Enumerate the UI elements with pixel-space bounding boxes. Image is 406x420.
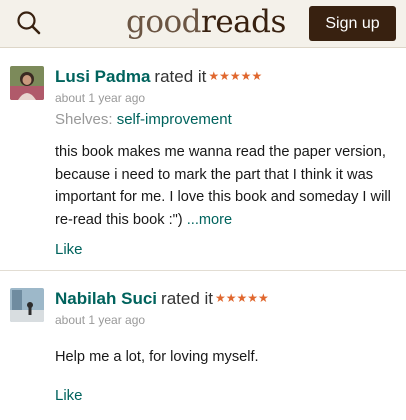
review-date[interactable]: about 1 year ago bbox=[55, 91, 145, 105]
reviewer-line: Nabilah Suci rated it ★★★★★ bbox=[55, 288, 269, 310]
search-icon[interactable] bbox=[16, 10, 42, 36]
star-rating: ★★★★★ bbox=[215, 291, 269, 305]
reviewer-name[interactable]: Nabilah Suci bbox=[55, 289, 157, 308]
reviewer-line: Lusi Padma rated it ★★★★★ bbox=[55, 66, 262, 88]
avatar[interactable] bbox=[10, 288, 44, 322]
shelf-link[interactable]: self-improvement bbox=[117, 111, 232, 128]
like-button[interactable]: Like bbox=[55, 387, 83, 405]
reviewer-name[interactable]: Lusi Padma bbox=[55, 67, 150, 86]
review-item: Nabilah Suci rated it ★★★★★ about 1 year a… bbox=[0, 282, 406, 420]
divider bbox=[0, 270, 406, 271]
rated-text: rated it bbox=[154, 67, 207, 86]
review-body: Help me a lot, for loving myself. bbox=[55, 349, 259, 365]
goodreads-logo[interactable]: goodreads bbox=[126, 2, 286, 42]
logo-good-text: good bbox=[126, 4, 202, 40]
shelves-line: Shelves: self-improvement bbox=[55, 111, 232, 129]
logo-reads-text: reads bbox=[201, 4, 286, 40]
review-text: this book makes me wanna read the paper … bbox=[55, 141, 400, 231]
avatar[interactable] bbox=[10, 66, 44, 100]
rated-text: rated it bbox=[161, 289, 214, 308]
shelves-label: Shelves: bbox=[55, 111, 113, 128]
star-rating: ★★★★★ bbox=[208, 69, 263, 83]
more-link[interactable]: ...more bbox=[187, 212, 232, 228]
review-date[interactable]: about 1 year ago bbox=[55, 313, 145, 327]
like-button[interactable]: Like bbox=[55, 241, 83, 259]
review-item: Lusi Padma rated it ★★★★★ about 1 year ago… bbox=[0, 60, 406, 268]
sign-up-button[interactable]: Sign up bbox=[309, 6, 396, 41]
top-header: goodreads Sign up bbox=[0, 0, 406, 48]
review-text: Help me a lot, for loving myself. bbox=[55, 346, 400, 369]
